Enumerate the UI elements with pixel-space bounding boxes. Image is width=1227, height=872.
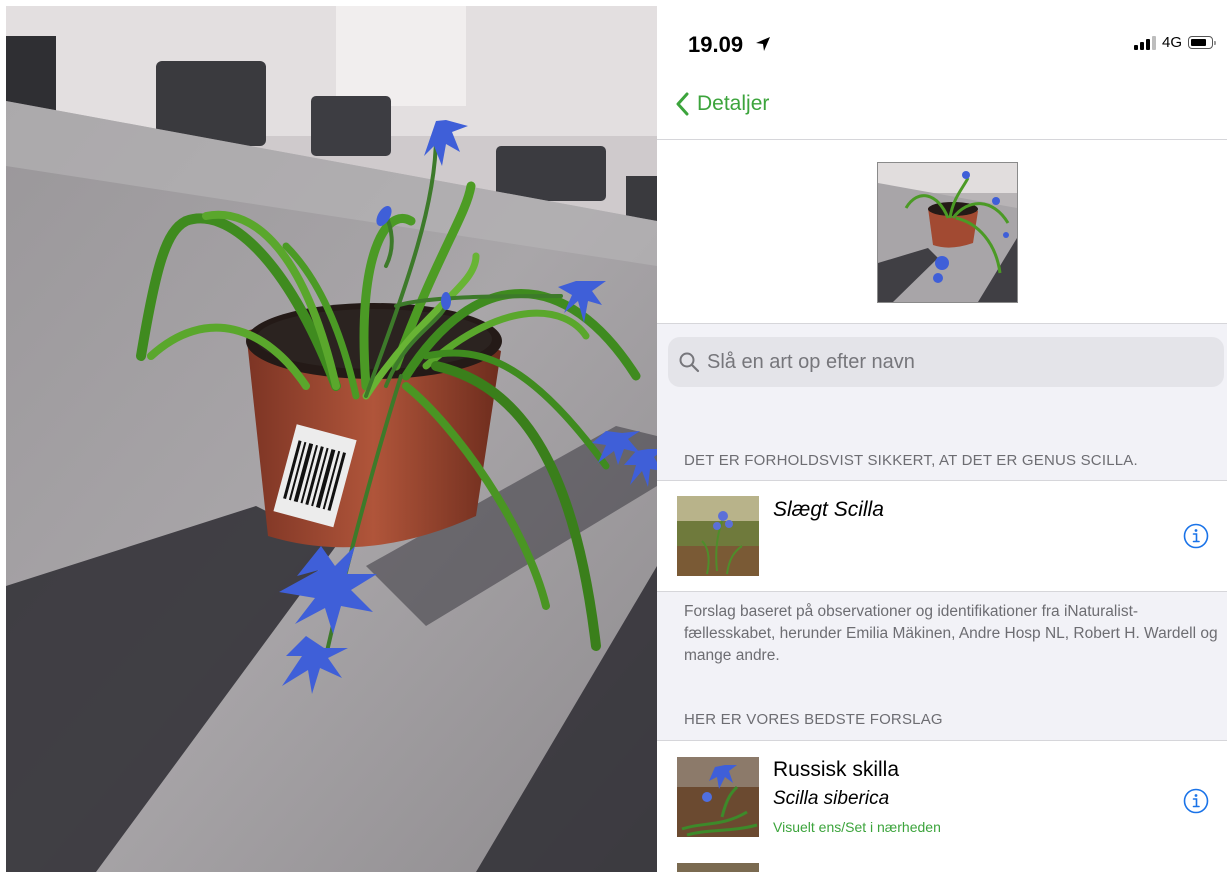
suggestion-scientific-name: Scilla siberica [773,788,890,809]
confidence-header: DET ER FORHOLDSVIST SIKKERT, AT DET ER G… [684,452,1138,469]
suggestion-thumbnail-partial [677,863,759,872]
status-indicators: 4G [1133,34,1216,51]
network-type: 4G [1161,34,1182,51]
magnifier-icon [679,352,700,373]
chevron-left-icon [676,92,689,116]
suggestion-attribution: Forslag baseret på observationer og iden… [684,603,1218,664]
battery-icon [1188,36,1216,49]
search-placeholder: Slå en art op efter navn [707,350,915,373]
suggestion-match-label: Visuelt ens/Set i nærheden [773,819,941,835]
phone-screen: 19.09 4G Detaljer Slå en art op efter na… [657,0,1227,872]
suggestion-row-partial[interactable] [657,853,1227,872]
observation-thumbnail[interactable] [877,162,1018,303]
top-result-row[interactable]: Slægt Scilla [657,480,1227,592]
back-label: Detaljer [697,92,770,115]
location-arrow-icon [756,37,770,51]
species-search-input[interactable]: Slå en art op efter navn [668,337,1224,387]
suggestion-thumbnail [677,757,759,837]
plant-photo [6,6,657,872]
navigation-bar: Detaljer [657,80,1227,140]
suggestion-row[interactable]: Russisk skilla Scilla siberica Visuelt e… [657,740,1227,854]
status-time: 19.09 [688,32,744,57]
result-name: Slægt Scilla [773,498,884,521]
cellular-signal-icon [1133,35,1156,50]
status-bar: 19.09 4G [657,0,1227,80]
observation-photo-section [657,140,1227,324]
suggestions-header: HER ER VORES BEDSTE FORSLAG [684,711,943,728]
info-circle-icon[interactable] [1183,788,1209,814]
info-circle-icon[interactable] [1183,523,1209,549]
back-button[interactable]: Detaljer [675,92,769,116]
suggestion-common-name: Russisk skilla [773,758,900,781]
result-thumbnail [677,496,759,576]
